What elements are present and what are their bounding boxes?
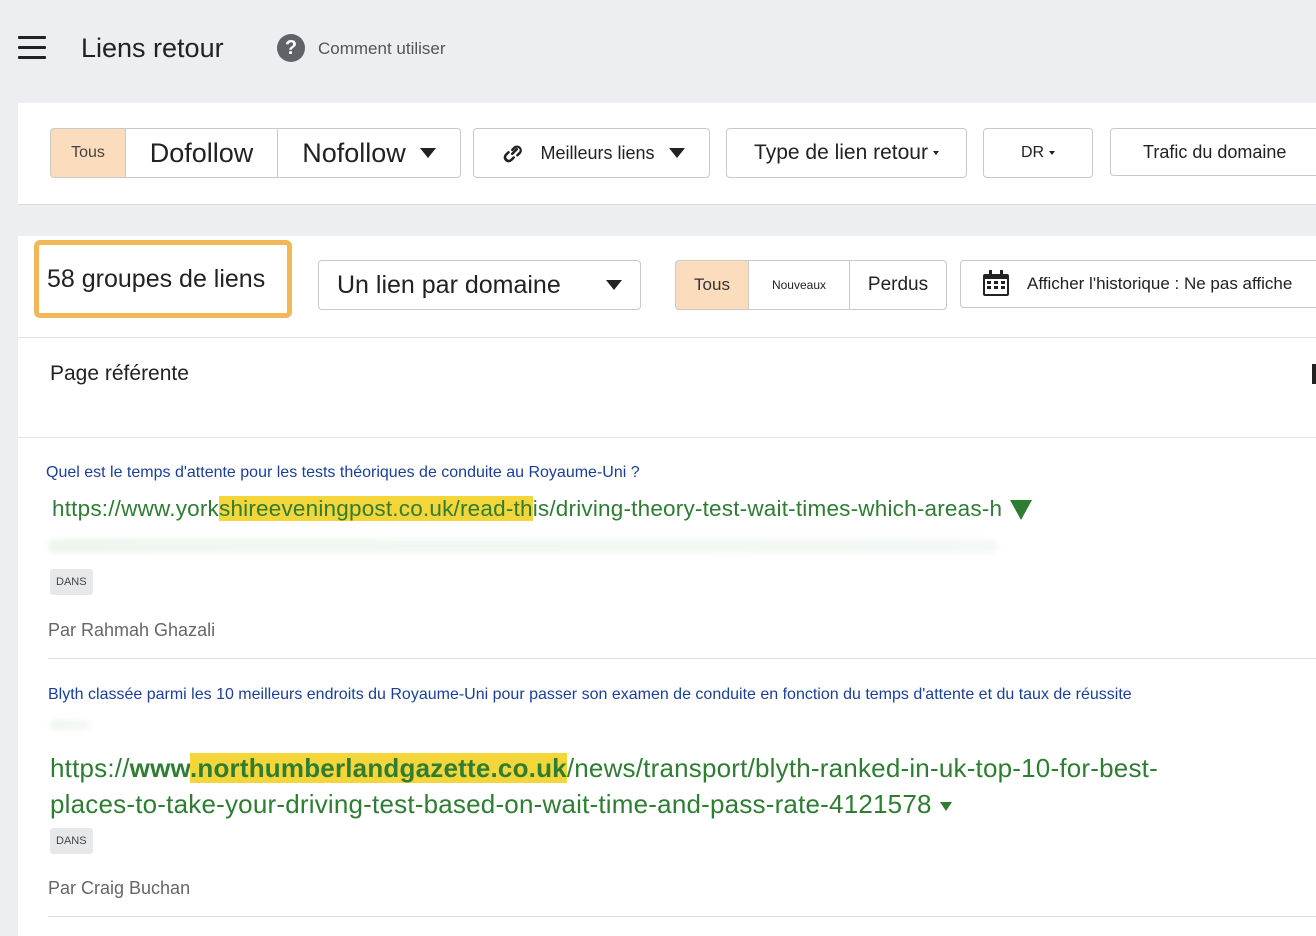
row-divider bbox=[48, 658, 1316, 659]
url-part-bold: www bbox=[129, 753, 190, 783]
help-icon[interactable]: ? bbox=[277, 34, 305, 62]
calendar-icon bbox=[983, 270, 1009, 296]
entry-author: Par Craig Buchan bbox=[48, 878, 191, 898]
domain-traffic-dropdown[interactable]: Trafic du domaine bbox=[1110, 128, 1316, 176]
column-edge bbox=[1312, 364, 1316, 384]
chevron-down-icon bbox=[1049, 151, 1056, 155]
tab-nofollow-label: Nofollow bbox=[302, 137, 406, 168]
url-highlight: shireeveningpost.co.uk/read-th bbox=[219, 496, 533, 521]
url-part: https://www.york bbox=[52, 496, 219, 521]
entry-url[interactable]: https://www.yorkshireeveningpost.co.uk/r… bbox=[52, 496, 1033, 522]
blurred-text bbox=[48, 539, 998, 553]
entry-title[interactable]: Quel est le temps d'attente pour les tes… bbox=[46, 464, 640, 482]
url-part: /news/transport/blyth-ranked-in-uk-top-1… bbox=[566, 753, 1158, 783]
status-badge: DANS bbox=[50, 828, 93, 854]
link-type-toggle: Tous Dofollow Nofollow bbox=[50, 128, 461, 178]
tab-status-lost[interactable]: Perdus bbox=[849, 260, 947, 310]
tab-all-links[interactable]: Tous bbox=[50, 128, 126, 178]
domain-traffic-label: Trafic du domaine bbox=[1143, 141, 1287, 162]
chevron-down-icon bbox=[668, 148, 685, 158]
best-links-label: Meilleurs liens bbox=[540, 142, 655, 163]
status-badge: DANS bbox=[50, 569, 93, 595]
results-panel: 58 groupes de liens Un lien par domaine … bbox=[18, 236, 1316, 936]
row-divider bbox=[48, 916, 1316, 917]
grouping-dropdown[interactable]: Un lien par domaine bbox=[318, 260, 641, 310]
link-icon bbox=[504, 145, 523, 163]
link-groups-count: 58 groupes de liens bbox=[34, 240, 292, 318]
page-title: Liens retour bbox=[81, 33, 224, 63]
grouping-label: Un lien par domaine bbox=[337, 270, 561, 299]
entry-url[interactable]: https://www.northumberlandgazette.co.uk/… bbox=[50, 750, 1158, 822]
blurred-text bbox=[50, 720, 90, 730]
url-part: places-to-take-your-driving-test-based-o… bbox=[50, 789, 932, 819]
chevron-down-icon bbox=[932, 151, 939, 155]
history-label: Afficher l'historique : Ne pas affiche bbox=[1027, 274, 1293, 293]
tab-dofollow[interactable]: Dofollow bbox=[125, 128, 278, 178]
table-header: Page référente bbox=[18, 337, 1316, 438]
backlink-type-dropdown[interactable]: Type de lien retour bbox=[726, 128, 967, 178]
filter-panel: Tous Dofollow Nofollow Meilleurs liens T… bbox=[18, 103, 1316, 205]
url-part: is/driving-theory-test-wait-times-which-… bbox=[532, 496, 1003, 521]
url-line-1: https://www.northumberlandgazette.co.uk/… bbox=[50, 750, 1158, 786]
history-dropdown[interactable]: Afficher l'historique : Ne pas affiche bbox=[960, 260, 1316, 308]
url-part: https:// bbox=[50, 753, 130, 783]
tab-nofollow[interactable]: Nofollow bbox=[277, 128, 461, 178]
url-line-2: places-to-take-your-driving-test-based-o… bbox=[50, 786, 1158, 822]
entry-title[interactable]: Blyth classée parmi les 10 meilleurs end… bbox=[48, 686, 1132, 704]
entry-author: Par Rahmah Ghazali bbox=[48, 620, 216, 640]
column-header-referring-page[interactable]: Page référente bbox=[50, 362, 189, 386]
menu-icon[interactable] bbox=[18, 36, 46, 60]
chevron-down-icon bbox=[606, 280, 622, 290]
status-toggle: Tous Nouveaux Perdus bbox=[675, 260, 947, 310]
tab-status-new[interactable]: Nouveaux bbox=[748, 260, 850, 310]
best-links-dropdown[interactable]: Meilleurs liens bbox=[473, 128, 710, 178]
link-groups-count-label: 58 groupes de liens bbox=[43, 249, 283, 309]
expand-triangle-icon[interactable] bbox=[1010, 500, 1033, 521]
expand-triangle-icon[interactable] bbox=[939, 801, 952, 811]
backlink-type-label: Type de lien retour bbox=[754, 141, 928, 164]
dr-label: DR bbox=[1020, 144, 1045, 161]
chevron-down-icon bbox=[419, 148, 436, 158]
help-link[interactable]: Comment utiliser bbox=[318, 39, 446, 59]
url-highlight: .northumberlandgazette.co.uk bbox=[189, 753, 567, 783]
dr-dropdown[interactable]: DR bbox=[983, 128, 1093, 178]
tab-status-all[interactable]: Tous bbox=[675, 260, 749, 310]
